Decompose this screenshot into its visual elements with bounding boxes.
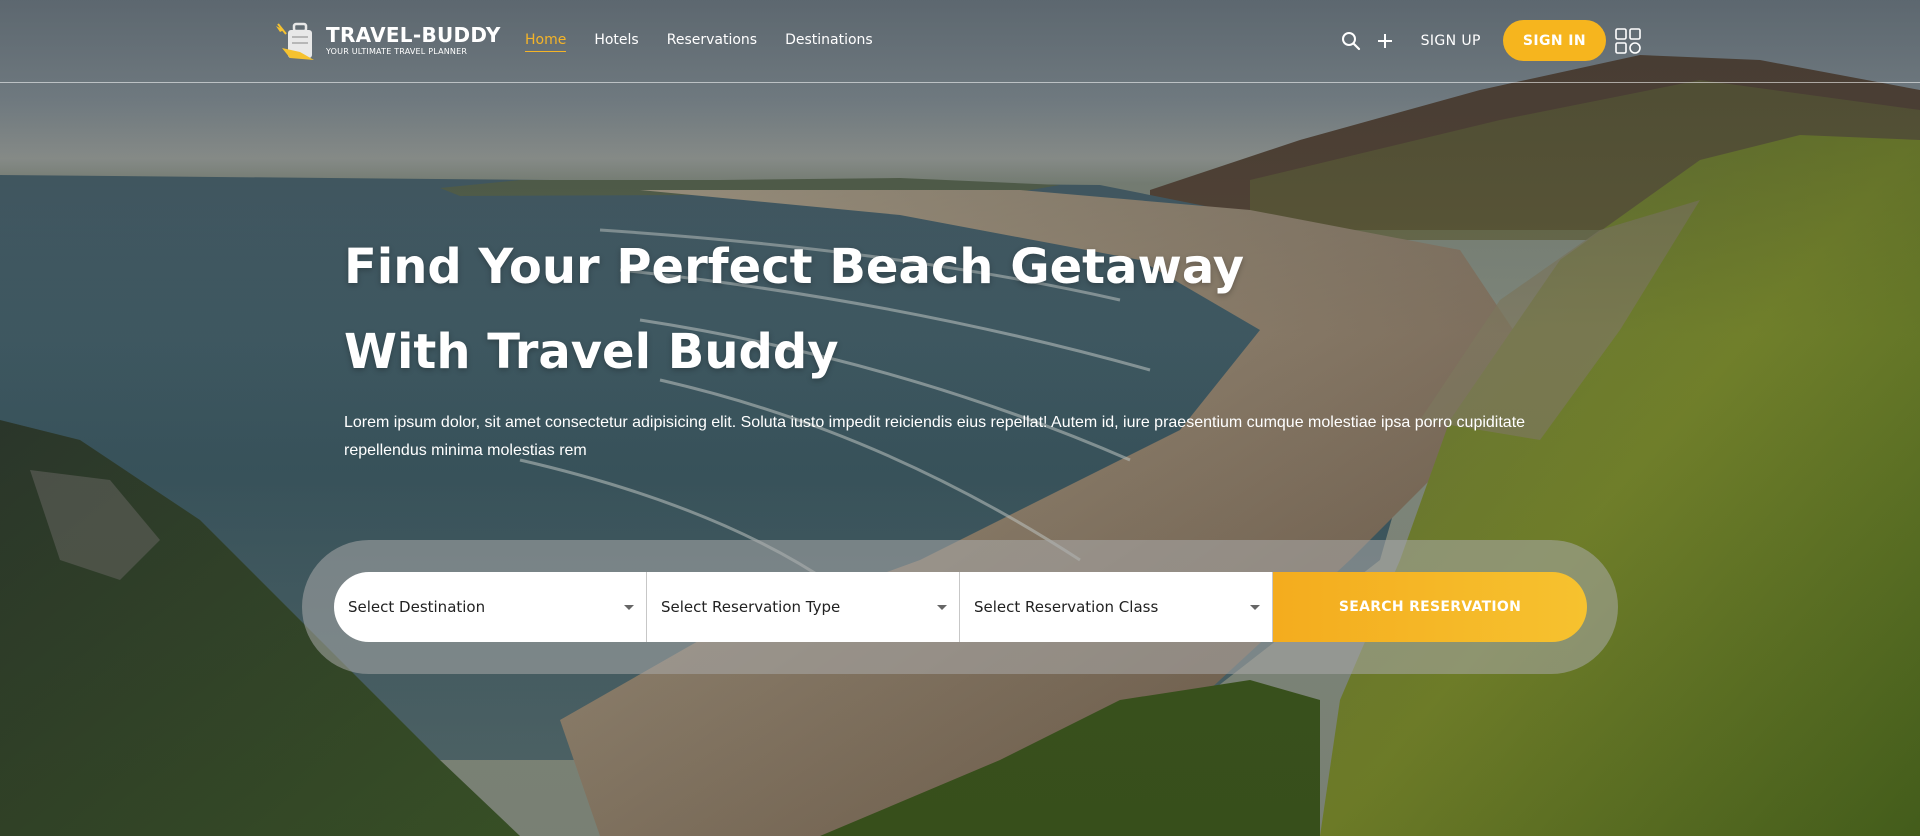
suitcase-plane-logo-icon — [274, 18, 322, 62]
reservation-type-select[interactable]: Select Reservation Type — [647, 572, 960, 642]
brand-logo[interactable]: TRAVEL-BUDDY YOUR ULTIMATE TRAVEL PLANNE… — [274, 18, 501, 62]
plus-icon[interactable] — [1371, 27, 1399, 55]
main-nav: Home Hotels Reservations Destinations — [525, 29, 873, 52]
chevron-down-icon — [624, 604, 634, 610]
chevron-down-icon — [937, 604, 947, 610]
brand-tagline: YOUR ULTIMATE TRAVEL PLANNER — [326, 47, 468, 56]
reservation-search-panel: Select Destination Select Reservation Ty… — [302, 540, 1618, 674]
sign-in-button[interactable]: SIGN IN — [1502, 20, 1606, 61]
site-header: TRAVEL-BUDDY YOUR ULTIMATE TRAVEL PLANNE… — [0, 0, 1920, 83]
nav-item-home[interactable]: Home — [525, 29, 567, 52]
reservation-search-form: Select Destination Select Reservation Ty… — [334, 572, 1587, 642]
nav-item-destinations[interactable]: Destinations — [785, 29, 873, 52]
hero-title: Find Your Perfect Beach Getaway With Tra… — [344, 225, 1344, 395]
hero-description: Lorem ipsum dolor, sit amet consectetur … — [344, 414, 1526, 459]
search-reservation-button[interactable]: SEARCH RESERVATION — [1273, 572, 1587, 642]
nav-item-hotels[interactable]: Hotels — [594, 29, 638, 52]
sign-up-link[interactable]: SIGN UP — [1421, 33, 1481, 49]
hero-title-line-1: Find Your Perfect Beach Getaway — [344, 239, 1245, 295]
grid-menu-icon[interactable] — [1614, 27, 1642, 55]
reservation-type-select-label: Select Reservation Type — [661, 598, 841, 616]
search-icon[interactable] — [1337, 27, 1365, 55]
header-actions: SIGN UP SIGN IN — [1337, 20, 1642, 61]
chevron-down-icon — [1250, 604, 1260, 610]
nav-item-reservations[interactable]: Reservations — [667, 29, 757, 52]
destination-select[interactable]: Select Destination — [334, 572, 647, 642]
destination-select-label: Select Destination — [348, 598, 486, 616]
reservation-class-select-label: Select Reservation Class — [974, 598, 1159, 616]
hero-title-line-2: With Travel Buddy — [344, 324, 839, 380]
brand-name: TRAVEL-BUDDY — [326, 23, 501, 47]
reservation-class-select[interactable]: Select Reservation Class — [960, 572, 1273, 642]
